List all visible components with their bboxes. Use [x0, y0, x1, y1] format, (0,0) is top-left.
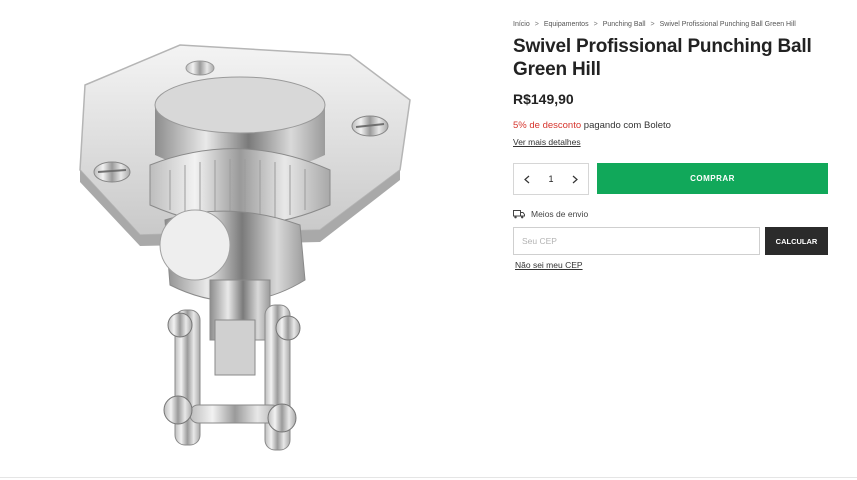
cep-input[interactable]	[513, 227, 760, 255]
breadcrumb-separator: >	[593, 21, 598, 28]
more-details-link[interactable]: Ver mais detalhes	[513, 137, 581, 147]
increase-quantity-button[interactable]	[568, 169, 582, 189]
quantity-value: 1	[548, 174, 554, 184]
chevron-left-icon	[524, 175, 530, 183]
shipping-label-text: Meios de envio	[531, 209, 589, 219]
discount-rest: pagando com Boleto	[581, 120, 671, 131]
product-image	[20, 20, 490, 470]
calculate-shipping-button[interactable]: CALCULAR	[765, 227, 828, 255]
breadcrumb-separator: >	[650, 21, 655, 28]
breadcrumb-punching-ball[interactable]: Punching Ball	[603, 21, 646, 28]
divider	[0, 477, 857, 478]
buy-button[interactable]: COMPRAR	[597, 163, 828, 194]
breadcrumb-separator: >	[534, 21, 539, 28]
quantity-stepper: 1	[513, 163, 589, 195]
product-title: Swivel Profissional Punching Ball Green …	[513, 36, 812, 80]
breadcrumb-current: Swivel Profissional Punching Ball Green …	[659, 21, 796, 28]
product-price: R$149,90	[513, 91, 574, 107]
decrease-quantity-button[interactable]	[520, 169, 534, 189]
breadcrumb-home[interactable]: Início	[513, 21, 530, 28]
chevron-right-icon	[572, 175, 578, 183]
discount-highlight: 5% de desconto	[513, 120, 582, 131]
discount-info: 5% de desconto pagando com Boleto	[513, 120, 671, 131]
breadcrumb: Início > Equipamentos > Punching Ball > Swivel…	[513, 21, 796, 28]
shipping-methods-label: Meios de envio	[513, 209, 588, 219]
unknown-cep-link[interactable]: Não sei meu CEP	[515, 260, 583, 270]
breadcrumb-equipamentos[interactable]: Equipamentos	[544, 21, 589, 28]
truck-icon	[513, 209, 525, 218]
